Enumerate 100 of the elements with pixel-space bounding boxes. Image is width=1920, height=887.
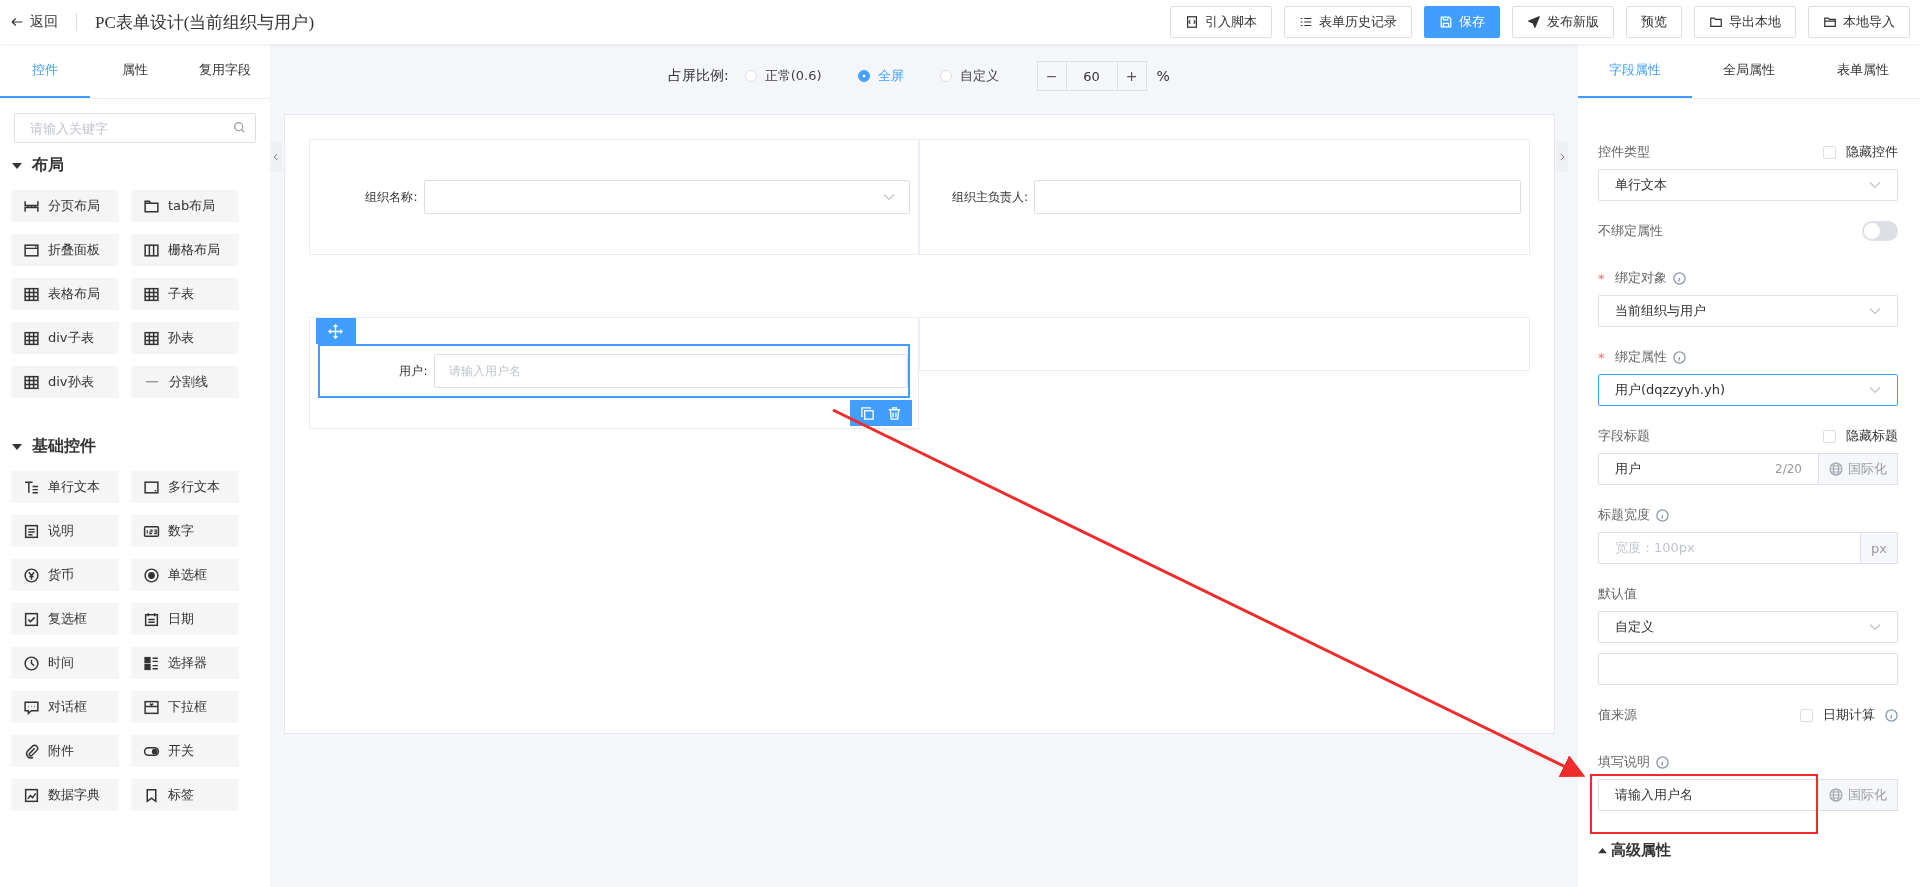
required-mark: * [1598, 349, 1605, 365]
checkbox-label: 隐藏标题 [1846, 427, 1898, 445]
checkbox-label: 日期计算 [1823, 706, 1875, 724]
widget-item[interactable]: div孙表 [11, 366, 119, 398]
panel-tab[interactable]: 属性 [90, 44, 180, 98]
text-field[interactable] [1598, 653, 1898, 685]
text-field[interactable]: 请输入用户名 [1598, 779, 1819, 811]
required-mark: * [1598, 270, 1605, 286]
widget-item[interactable]: 分页布局 [11, 190, 119, 222]
widget-item[interactable]: 子表 [131, 278, 239, 310]
table-icon [23, 329, 40, 347]
widget-item[interactable]: 时间 [11, 647, 119, 679]
collapse-right-button[interactable] [1556, 142, 1568, 172]
text-field[interactable]: 用户 2/20 [1598, 453, 1819, 485]
panel-tab[interactable]: 表单属性 [1806, 44, 1920, 98]
chevron-down-icon [1869, 181, 1881, 189]
widget-item[interactable]: 分割线 [131, 366, 239, 398]
search-field[interactable]: 请输入关键字 [14, 113, 256, 143]
panel-tab[interactable]: 全局属性 [1692, 44, 1806, 98]
save-icon [1439, 15, 1453, 29]
globe-icon [1829, 462, 1843, 476]
calendar-icon [143, 610, 160, 628]
field-label: 组织名称: [364, 188, 419, 206]
property-label: 绑定属性 [1614, 348, 1667, 366]
widget-item[interactable]: 标签 [131, 779, 239, 811]
widget-item[interactable]: 孙表 [131, 322, 239, 354]
ratio-value-field[interactable]: 60 [1065, 62, 1118, 90]
widget-item[interactable]: 数据字典 [11, 779, 119, 811]
checkbox-label: 隐藏控件 [1846, 143, 1898, 161]
table-icon [23, 373, 40, 391]
select-field[interactable] [423, 180, 910, 214]
property-label: 控件类型 [1598, 143, 1650, 161]
table-icon [143, 329, 160, 347]
advanced-section-toggle[interactable]: 高级属性 [1598, 841, 1671, 860]
toolbar-button[interactable]: 预览 [1626, 6, 1682, 38]
widget-item[interactable]: 数字 [131, 515, 239, 547]
widget-item[interactable]: 多行文本 [131, 471, 239, 503]
property-label: 字段标题 [1598, 427, 1650, 445]
widget-item[interactable]: 复选框 [11, 603, 119, 635]
yen-icon [23, 566, 40, 584]
toolbar-button[interactable]: 引入脚本 [1170, 6, 1272, 38]
widget-item[interactable]: 附件 [11, 735, 119, 767]
search-icon [233, 121, 246, 134]
checkbox[interactable] [1823, 145, 1836, 159]
widget-item[interactable]: 选择器 [131, 647, 239, 679]
ratio-radio[interactable]: 正常(0.6) [738, 66, 828, 86]
property-label: 值来源 [1598, 706, 1637, 724]
toolbar-button[interactable]: 导出本地 [1694, 6, 1796, 38]
text-field[interactable] [1034, 180, 1521, 214]
chevron-left-icon [271, 152, 281, 162]
widget-item[interactable]: 说明 [11, 515, 119, 547]
widget-item[interactable]: 表格布局 [11, 278, 119, 310]
ratio-label: 占屏比例: [668, 67, 729, 85]
widget-item[interactable]: div子表 [11, 322, 119, 354]
toolbar-button[interactable]: 发布新版 [1512, 6, 1614, 38]
collapse-left-button[interactable] [270, 142, 282, 172]
widget-item[interactable]: tab布局 [131, 190, 239, 222]
copy-icon [860, 405, 875, 421]
widget-item[interactable]: 对话框 [11, 691, 119, 723]
field-label: 用户: [398, 362, 429, 380]
move-handle[interactable] [315, 318, 356, 344]
widget-item[interactable]: 单行文本 [11, 471, 119, 503]
property-label: 默认值 [1598, 585, 1637, 603]
document-icon [23, 522, 40, 540]
widget-item[interactable]: 单选框 [131, 559, 239, 591]
table-icon [23, 285, 40, 303]
widget-item[interactable]: 日期 [131, 603, 239, 635]
checkbox[interactable] [1800, 708, 1813, 722]
widget-item[interactable]: 货币 [11, 559, 119, 591]
select-field[interactable]: 用户(dqzzyyh.yh) [1598, 374, 1898, 406]
widget-item[interactable]: 开关 [131, 735, 239, 767]
select-field[interactable]: 单行文本 [1598, 169, 1898, 201]
toolbar-button[interactable]: 本地导入 [1808, 6, 1910, 38]
trash-icon [887, 405, 902, 421]
arrow-left-icon [10, 15, 24, 29]
ratio-radio[interactable]: 自定义 [933, 66, 1005, 86]
folder-icon [1823, 15, 1837, 29]
panel-icon [23, 241, 40, 259]
selected-field-frame[interactable]: 用户: 请输入用户名 [317, 344, 910, 398]
select-field[interactable]: 自定义 [1598, 611, 1898, 643]
chart-icon [23, 786, 40, 804]
list-icon [1299, 15, 1313, 29]
widget-item[interactable]: 折叠面板 [11, 234, 119, 266]
back-button[interactable]: 返回 [10, 13, 58, 31]
text-icon [23, 478, 40, 496]
move-icon [328, 323, 343, 339]
select-field[interactable]: 当前组织与用户 [1598, 295, 1898, 327]
checkbox[interactable] [1823, 429, 1836, 443]
toggle-switch[interactable] [1862, 221, 1898, 241]
property-label: 不绑定属性 [1598, 222, 1663, 240]
panel-tab[interactable]: 复用字段 [180, 44, 270, 98]
widget-item[interactable]: 栅格布局 [131, 234, 239, 266]
group-title: 布局 [32, 155, 64, 176]
table-icon [143, 285, 160, 303]
widget-item[interactable]: 下拉框 [131, 691, 239, 723]
toolbar-button[interactable]: 表单历史记录 [1284, 6, 1412, 38]
property-label: 填写说明 [1598, 753, 1650, 771]
percent-unit: % [1156, 68, 1170, 84]
dropdown-icon [143, 698, 160, 716]
chevron-down-icon [1869, 386, 1881, 394]
